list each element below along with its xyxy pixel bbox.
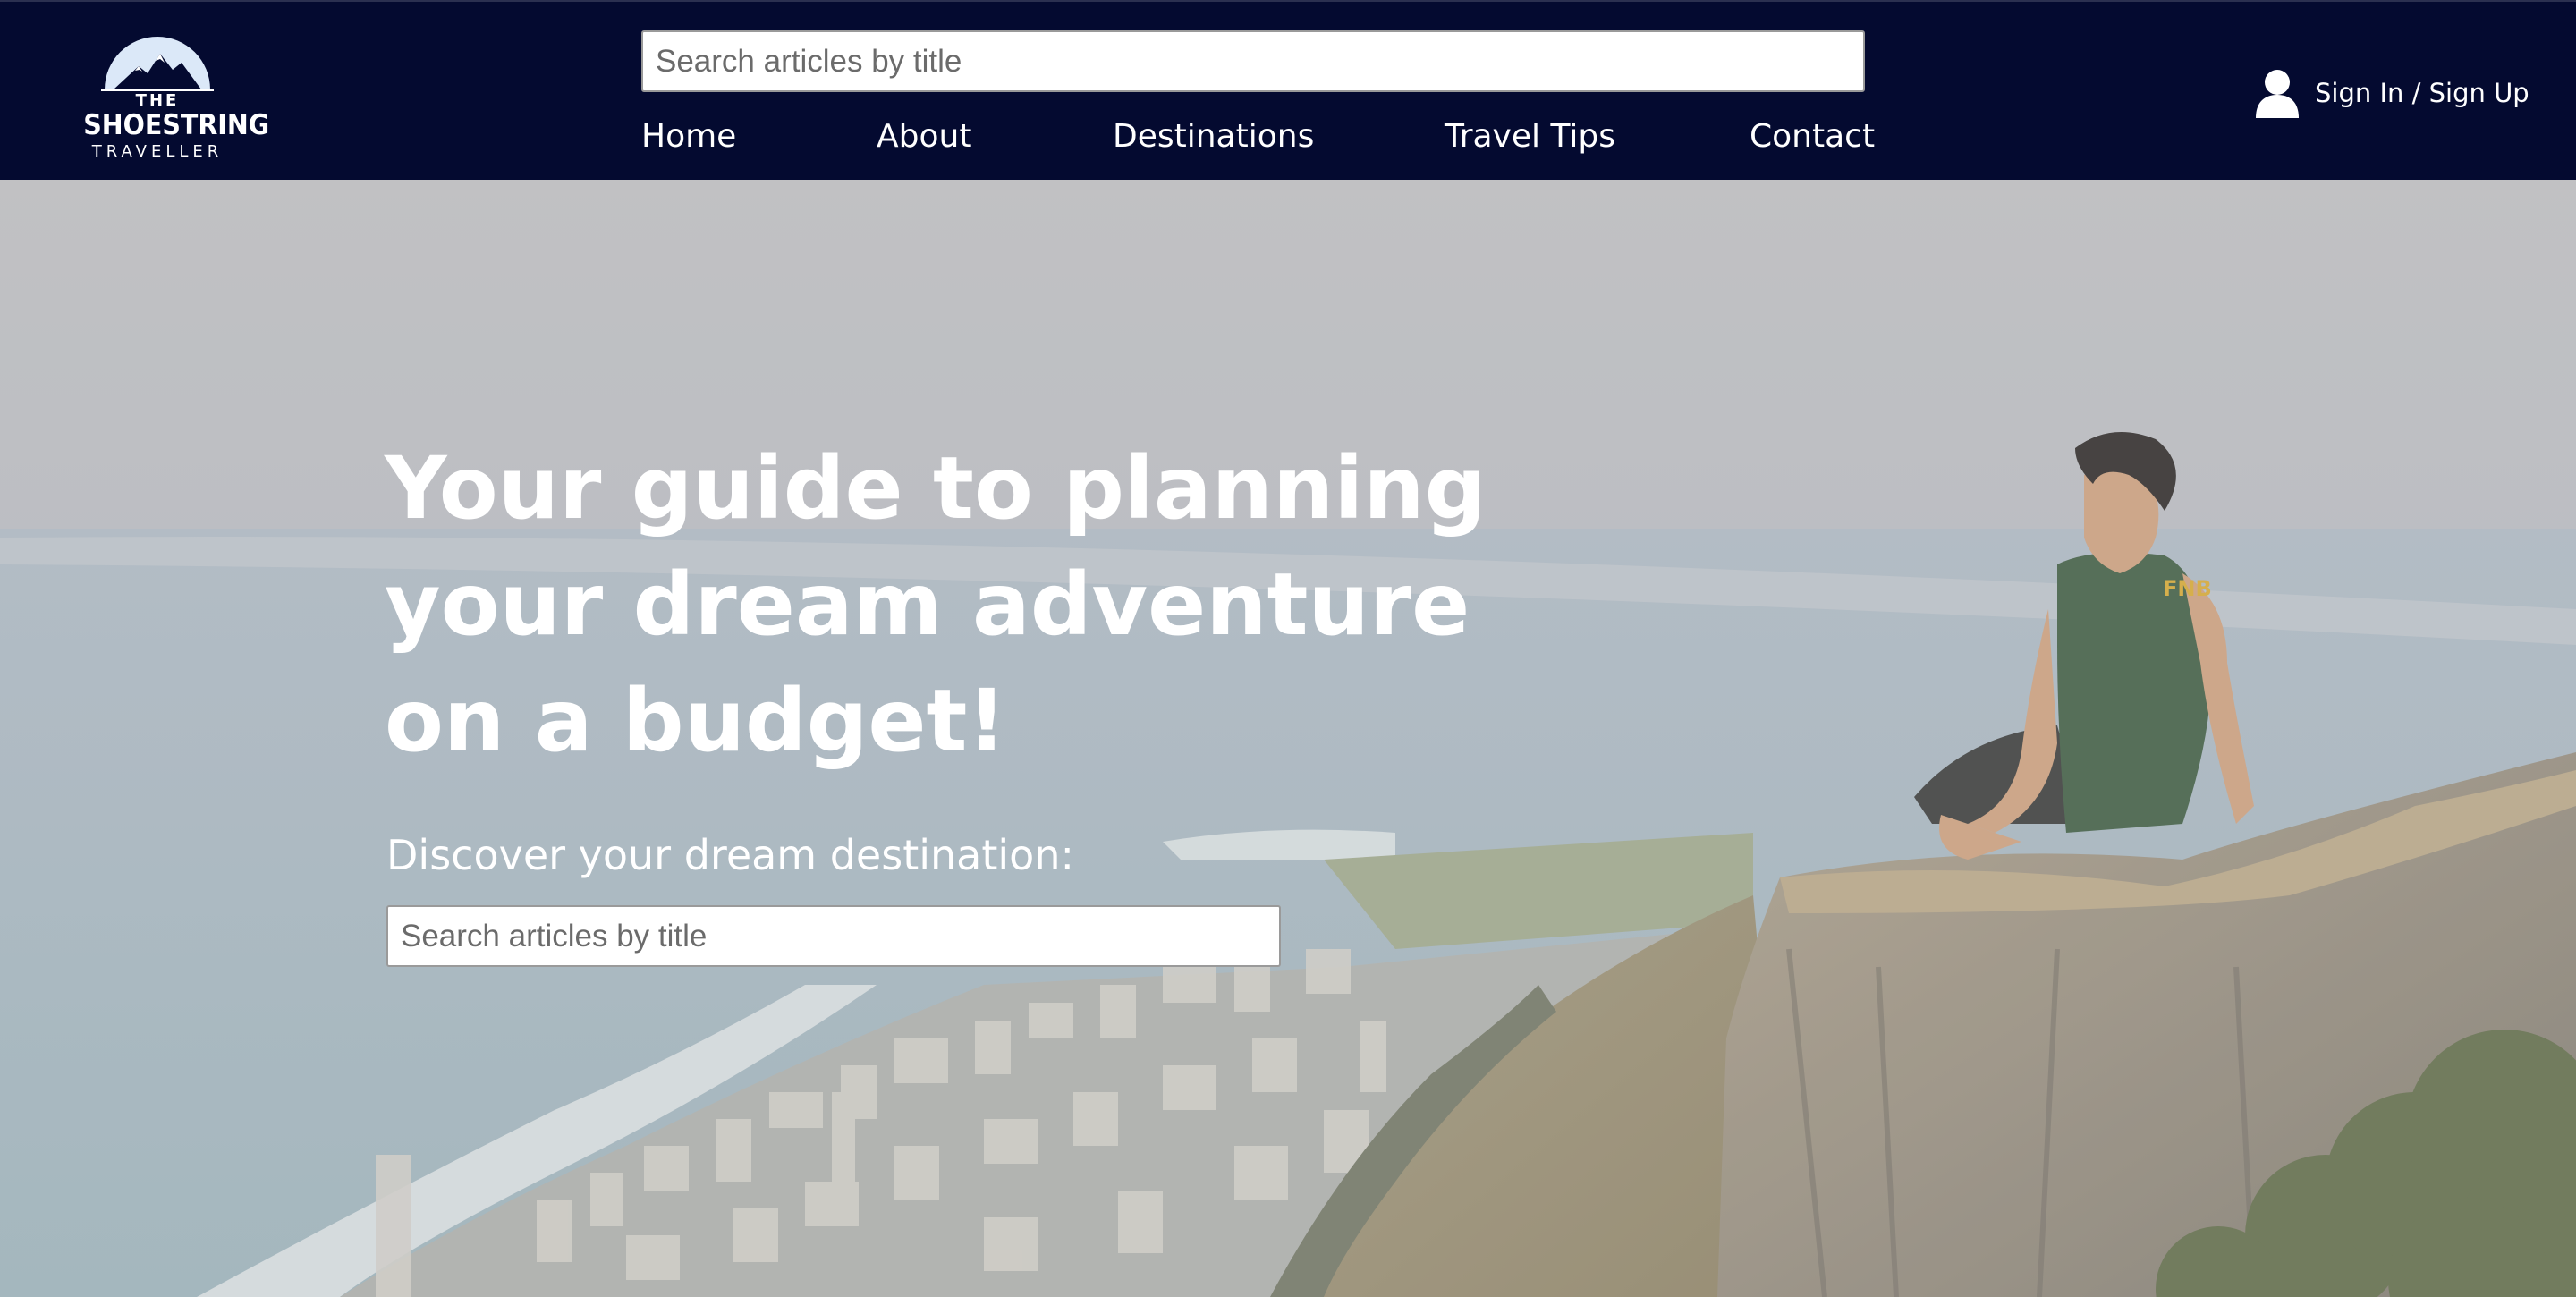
logo-text-the: THE — [135, 91, 180, 110]
site-header: THE SHOESTRING TRAVELLER Home About Dest… — [0, 0, 2576, 180]
nav-about[interactable]: About — [877, 114, 971, 159]
nav-home[interactable]: Home — [641, 114, 736, 159]
nav-contact[interactable]: Contact — [1750, 114, 1875, 159]
hero-section: FNB Your guide to planning your dream ad… — [0, 180, 2576, 1297]
hero-search-input[interactable] — [386, 905, 1281, 967]
header-search-input[interactable] — [641, 30, 1865, 92]
signin-label: Sign In / Sign Up — [2315, 78, 2529, 108]
hero-title: Your guide to planning your dream advent… — [385, 430, 1487, 779]
hero-title-line: Your guide to planning — [385, 438, 1487, 538]
user-icon — [2256, 70, 2299, 118]
nav-travel-tips[interactable]: Travel Tips — [1445, 114, 1615, 159]
hero-title-line: your dream adventure — [385, 555, 1470, 655]
nav-destinations[interactable]: Destinations — [1113, 114, 1314, 159]
signin-link[interactable]: Sign In / Sign Up — [2254, 66, 2529, 120]
logo-text-sub: TRAVELLER — [91, 142, 224, 161]
logo-text-main: SHOESTRING — [83, 109, 270, 141]
mountain-logo-icon — [101, 37, 214, 91]
site-logo[interactable]: THE SHOESTRING TRAVELLER — [77, 14, 270, 166]
hero-title-line: on a budget! — [385, 671, 1007, 771]
hero-subtitle: Discover your dream destination: — [386, 831, 1074, 879]
